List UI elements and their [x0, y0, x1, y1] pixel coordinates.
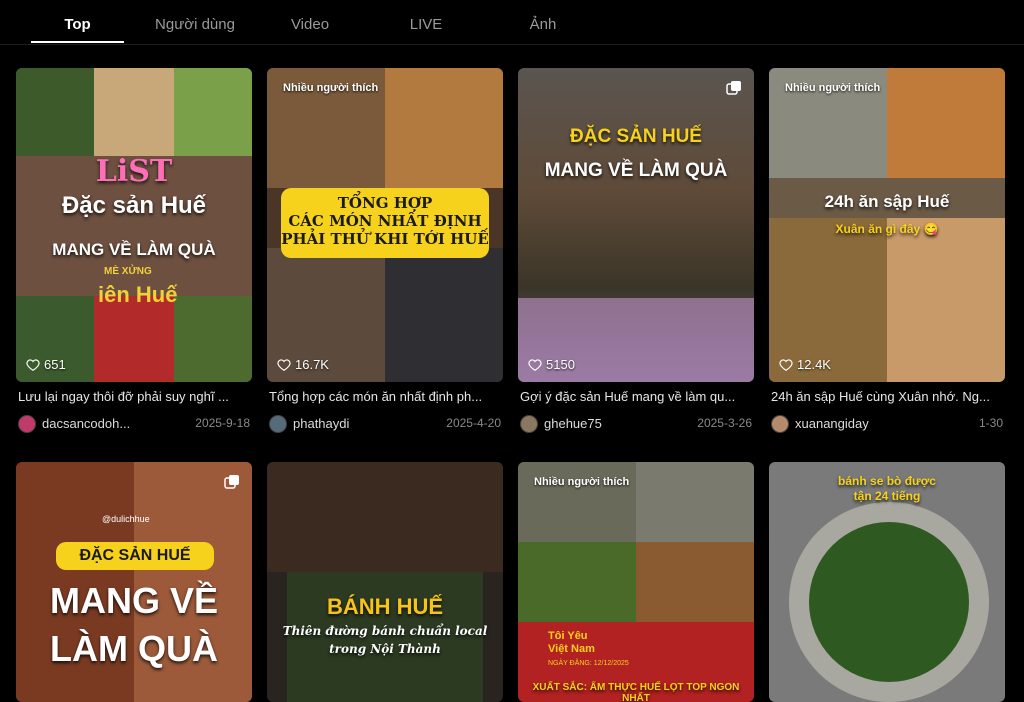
card-meta: phathaydi 2025-4-20: [267, 414, 503, 434]
username[interactable]: phathaydi: [293, 416, 349, 431]
multiple-images-icon: [224, 475, 239, 489]
overlay-line-1: LiST: [95, 154, 173, 189]
result-card[interactable]: Nhiều người thích TỔNG HỢP CÁC MÓN NHẤT …: [267, 68, 503, 434]
overlay-line-2: Việt Nam: [548, 643, 595, 655]
result-card[interactable]: LiST Đặc sản Huế MANG VỀ LÀM QUÀ MÈ XỬNG…: [16, 68, 252, 434]
like-count: 12.4K: [779, 357, 831, 372]
tab-live[interactable]: LIVE: [390, 16, 462, 36]
multiple-images-icon: [726, 81, 741, 95]
result-card[interactable]: Nhiều người thích Tôi Yêu Việt Nam NGÀY …: [518, 462, 754, 702]
overlay-line-1: TỔNG HỢP: [337, 194, 433, 212]
like-count-value: 16.7K: [295, 357, 329, 372]
active-tab-indicator: [31, 41, 124, 43]
overlay-line-2: CÁC MÓN NHẤT ĐỊNH: [288, 212, 482, 230]
heart-outline-icon: [779, 358, 793, 371]
result-card[interactable]: bánh se bò được tận 24 tiếng: [769, 462, 1005, 702]
search-tabs: Top Người dùng Video LIVE Ảnh: [0, 0, 1024, 45]
like-count-value: 651: [44, 357, 66, 372]
avatar[interactable]: [18, 415, 36, 433]
overlay-line-2: Xuân ăn gì đây 😋: [835, 222, 939, 236]
card-caption[interactable]: Lưu lại ngay thôi đỡ phải suy nghĩ ...: [18, 389, 250, 407]
username[interactable]: dacsancodoh...: [42, 416, 130, 431]
thumbnail[interactable]: Nhiều người thích Tôi Yêu Việt Nam NGÀY …: [518, 462, 754, 702]
overlay-line-2: tận 24 tiếng: [853, 489, 921, 503]
overlay-line-3: PHẢI THỬ KHI TỚI HUẾ: [281, 230, 489, 248]
overlay-small: MÈ XỬNG: [104, 266, 152, 277]
overlay-line-1: Tôi Yêu: [548, 630, 588, 642]
overlay-line-1: bánh se bò được: [838, 474, 936, 488]
like-count-value: 12.4K: [797, 357, 831, 372]
thumbnail[interactable]: BÁNH HUẾ Thiên đường bánh chuẩn local tr…: [267, 462, 503, 702]
overlay-line-1: ĐẶC SẢN HUẾ: [56, 542, 214, 570]
card-caption[interactable]: Tổng hợp các món ăn nhất định ph...: [269, 389, 501, 407]
overlay-line-1: 24h ăn sập Huế: [824, 192, 950, 211]
post-date: 2025-4-20: [446, 416, 501, 430]
card-meta: ghehue75 2025-3-26: [518, 414, 754, 434]
username[interactable]: ghehue75: [544, 416, 602, 431]
avatar[interactable]: [269, 415, 287, 433]
tab-photos[interactable]: Ảnh: [510, 16, 576, 36]
overlay-line-3: LÀM QUÀ: [50, 628, 218, 669]
username[interactable]: xuanangiday: [795, 416, 869, 431]
result-card[interactable]: BÁNH HUẾ Thiên đường bánh chuẩn local tr…: [267, 462, 503, 702]
thumbnail[interactable]: @dulichhue ĐẶC SẢN HUẾ MANG VỀ LÀM QUÀ: [16, 462, 252, 702]
heart-outline-icon: [528, 358, 542, 371]
popular-badge: Nhiều người thích: [785, 82, 881, 94]
card-meta: dacsancodoh... 2025-9-18: [16, 414, 252, 434]
result-card[interactable]: @dulichhue ĐẶC SẢN HUẾ MANG VỀ LÀM QUÀ: [16, 462, 252, 702]
card-caption[interactable]: 24h ăn sập Huế cùng Xuân nhớ. Ng...: [771, 389, 1003, 407]
like-count: 5150: [528, 357, 575, 372]
card-meta: xuanangiday 1-30: [769, 414, 1005, 434]
overlay-line-2: MANG VỀ: [49, 580, 218, 621]
post-date: 2025-9-18: [195, 416, 250, 430]
thumbnail[interactable]: bánh se bò được tận 24 tiếng: [769, 462, 1005, 702]
like-count: 651: [26, 357, 66, 372]
heart-outline-icon: [26, 358, 40, 371]
overlay-line-2: Đặc sản Huế: [61, 192, 207, 219]
thumbnail[interactable]: ĐẶC SẢN HUẾ MANG VỀ LÀM QUÀ 5150: [518, 68, 754, 382]
overlay-line-3: trong Nội Thành: [329, 642, 441, 656]
post-date: 1-30: [978, 416, 1003, 430]
overlay-line-1: BÁNH HUẾ: [326, 594, 444, 619]
popular-badge: Nhiều người thích: [534, 476, 630, 488]
overlay-line-1: ĐẶC SẢN HUẾ: [570, 126, 702, 147]
post-date: 2025-3-26: [697, 416, 752, 430]
avatar[interactable]: [520, 415, 538, 433]
overlay-line-2: MANG VỀ LÀM QUÀ: [544, 160, 728, 181]
overlay-small-2: iên Huế: [98, 282, 178, 307]
overlay-box: TỔNG HỢP CÁC MÓN NHẤT ĐỊNH PHẢI THỬ KHI …: [281, 188, 489, 258]
result-card[interactable]: Nhiều người thích 24h ăn sập Huế Xuân ăn…: [769, 68, 1005, 434]
tab-video[interactable]: Video: [270, 16, 350, 36]
like-count-value: 5150: [546, 357, 575, 372]
overlay-bottom: XUẤT SẮC: ẨM THỰC HUẾ LỌT TOP NGON NHẤT: [532, 682, 740, 702]
overlay-line-3: MANG VỀ LÀM QUÀ: [52, 240, 216, 259]
popular-badge: Nhiều người thích: [283, 82, 379, 94]
overlay-line-3: NGÀY ĐĂNG: 12/12/2025: [548, 660, 629, 667]
like-count: 16.7K: [277, 357, 329, 372]
tab-users[interactable]: Người dùng: [145, 16, 245, 36]
result-card[interactable]: ĐẶC SẢN HUẾ MANG VỀ LÀM QUÀ 5150 Gợi ý đ…: [518, 68, 754, 434]
overlay-line-2: Thiên đường bánh chuẩn local: [282, 624, 488, 638]
avatar[interactable]: [771, 415, 789, 433]
thumbnail[interactable]: Nhiều người thích TỔNG HỢP CÁC MÓN NHẤT …: [267, 68, 503, 382]
overlay-small: @dulichhue: [102, 514, 150, 524]
card-caption[interactable]: Gợi ý đặc sản Huế mang về làm qu...: [520, 389, 752, 407]
heart-outline-icon: [277, 358, 291, 371]
tab-top[interactable]: Top: [31, 16, 124, 36]
thumbnail[interactable]: LiST Đặc sản Huế MANG VỀ LÀM QUÀ MÈ XỬNG…: [16, 68, 252, 382]
thumbnail[interactable]: Nhiều người thích 24h ăn sập Huế Xuân ăn…: [769, 68, 1005, 382]
